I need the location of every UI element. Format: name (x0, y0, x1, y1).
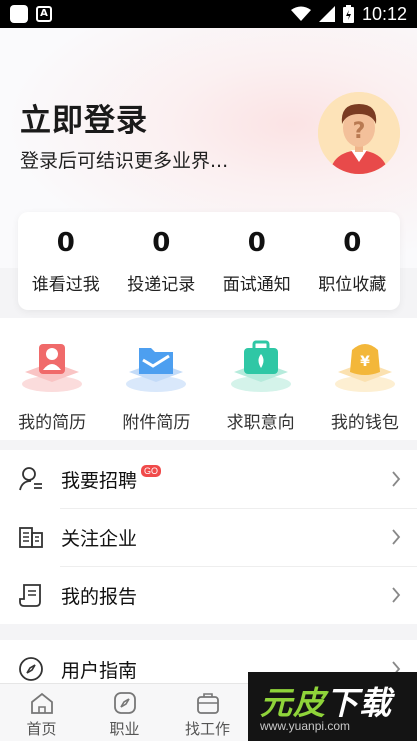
stat-label: 面试通知 (222, 274, 291, 295)
app-notification-icon (10, 5, 28, 23)
stat-value: 0 (56, 227, 75, 258)
building-icon (19, 527, 43, 548)
menu-item-follow-company[interactable]: 关注企业 (0, 508, 417, 566)
menu-item-my-report[interactable]: 我的报告 (0, 566, 417, 624)
resume-icon (22, 344, 83, 392)
watermark-url: www.yuanpi.com (260, 719, 351, 733)
watermark-logo: 元皮下载 (260, 684, 393, 722)
stats-card: 0 谁看过我 0 投递记录 0 面试通知 0 职位收藏 (18, 212, 400, 310)
stat-viewed-me[interactable]: 0 谁看过我 (18, 212, 114, 310)
stat-value: 0 (152, 227, 171, 258)
menu-label: 关注企业 (61, 527, 138, 550)
default-avatar-icon: ? (318, 92, 400, 174)
menu-item-recruit[interactable]: 我要招聘 GO (0, 450, 417, 508)
quick-label: 附件简历 (122, 413, 191, 433)
home-icon (30, 692, 53, 714)
login-title[interactable]: 立即登录 (20, 95, 148, 140)
svg-text:¥: ¥ (360, 354, 370, 370)
svg-text:?: ? (353, 119, 366, 144)
compass-icon (113, 692, 136, 714)
tab-career[interactable]: 职业 (83, 684, 166, 741)
stat-label: 投递记录 (127, 274, 196, 295)
quick-my-wallet[interactable]: ¥ 我的钱包 (313, 318, 417, 440)
recruit-user-icon (19, 467, 42, 491)
tab-home[interactable]: 首页 (0, 684, 83, 741)
chevron-right-icon (392, 529, 401, 545)
report-icon (19, 584, 41, 607)
chevron-right-icon (392, 587, 401, 603)
clock: 10:12 (361, 3, 407, 24)
stat-favorites[interactable]: 0 职位收藏 (305, 212, 401, 310)
quick-my-resume[interactable]: 我的简历 (0, 318, 104, 440)
tab-find-job[interactable]: 找工作 (166, 684, 249, 741)
menu-list: 我要招聘 GO 关注企业 我的报告 (0, 450, 417, 624)
wallet-icon: ¥ (334, 344, 395, 392)
go-badge: GO (141, 465, 162, 477)
briefcase-icon (196, 693, 219, 714)
login-subtitle: 登录后可结识更多业界... (20, 150, 229, 172)
avatar[interactable]: ? (318, 92, 400, 174)
menu-label: 用户指南 (61, 659, 138, 682)
tab-label: 首页 (26, 720, 57, 738)
stat-label: 谁看过我 (31, 274, 100, 295)
quick-actions: 我的简历 附件简历 求职意向 ¥ 我的钱包 (0, 318, 417, 440)
tab-label: 找工作 (184, 720, 230, 738)
quick-job-intention[interactable]: 求职意向 (209, 318, 313, 440)
chevron-right-icon (392, 471, 401, 487)
menu-label: 我的报告 (61, 585, 138, 608)
menu-label: 我要招聘 (61, 469, 138, 492)
stat-applications[interactable]: 0 投递记录 (114, 212, 210, 310)
tab-label: 职业 (109, 720, 140, 738)
quick-attachment-resume[interactable]: 附件简历 (104, 318, 208, 440)
stat-interviews[interactable]: 0 面试通知 (209, 212, 305, 310)
watermark: 元皮下载 www.yuanpi.com (248, 672, 417, 741)
wifi-icon (290, 6, 311, 21)
quick-label: 求职意向 (226, 413, 295, 433)
signal-icon (318, 6, 335, 22)
quick-label: 我的简历 (18, 413, 87, 433)
stat-value: 0 (343, 227, 362, 258)
compass-icon (19, 657, 43, 681)
quick-label: 我的钱包 (330, 413, 399, 433)
briefcase-icon (230, 340, 291, 392)
folder-icon (126, 348, 187, 392)
stat-label: 职位收藏 (318, 274, 387, 295)
a-notification-icon: A (36, 6, 52, 22)
stat-value: 0 (247, 227, 266, 258)
battery-icon (342, 5, 354, 23)
status-bar: A 10:12 (0, 0, 417, 28)
